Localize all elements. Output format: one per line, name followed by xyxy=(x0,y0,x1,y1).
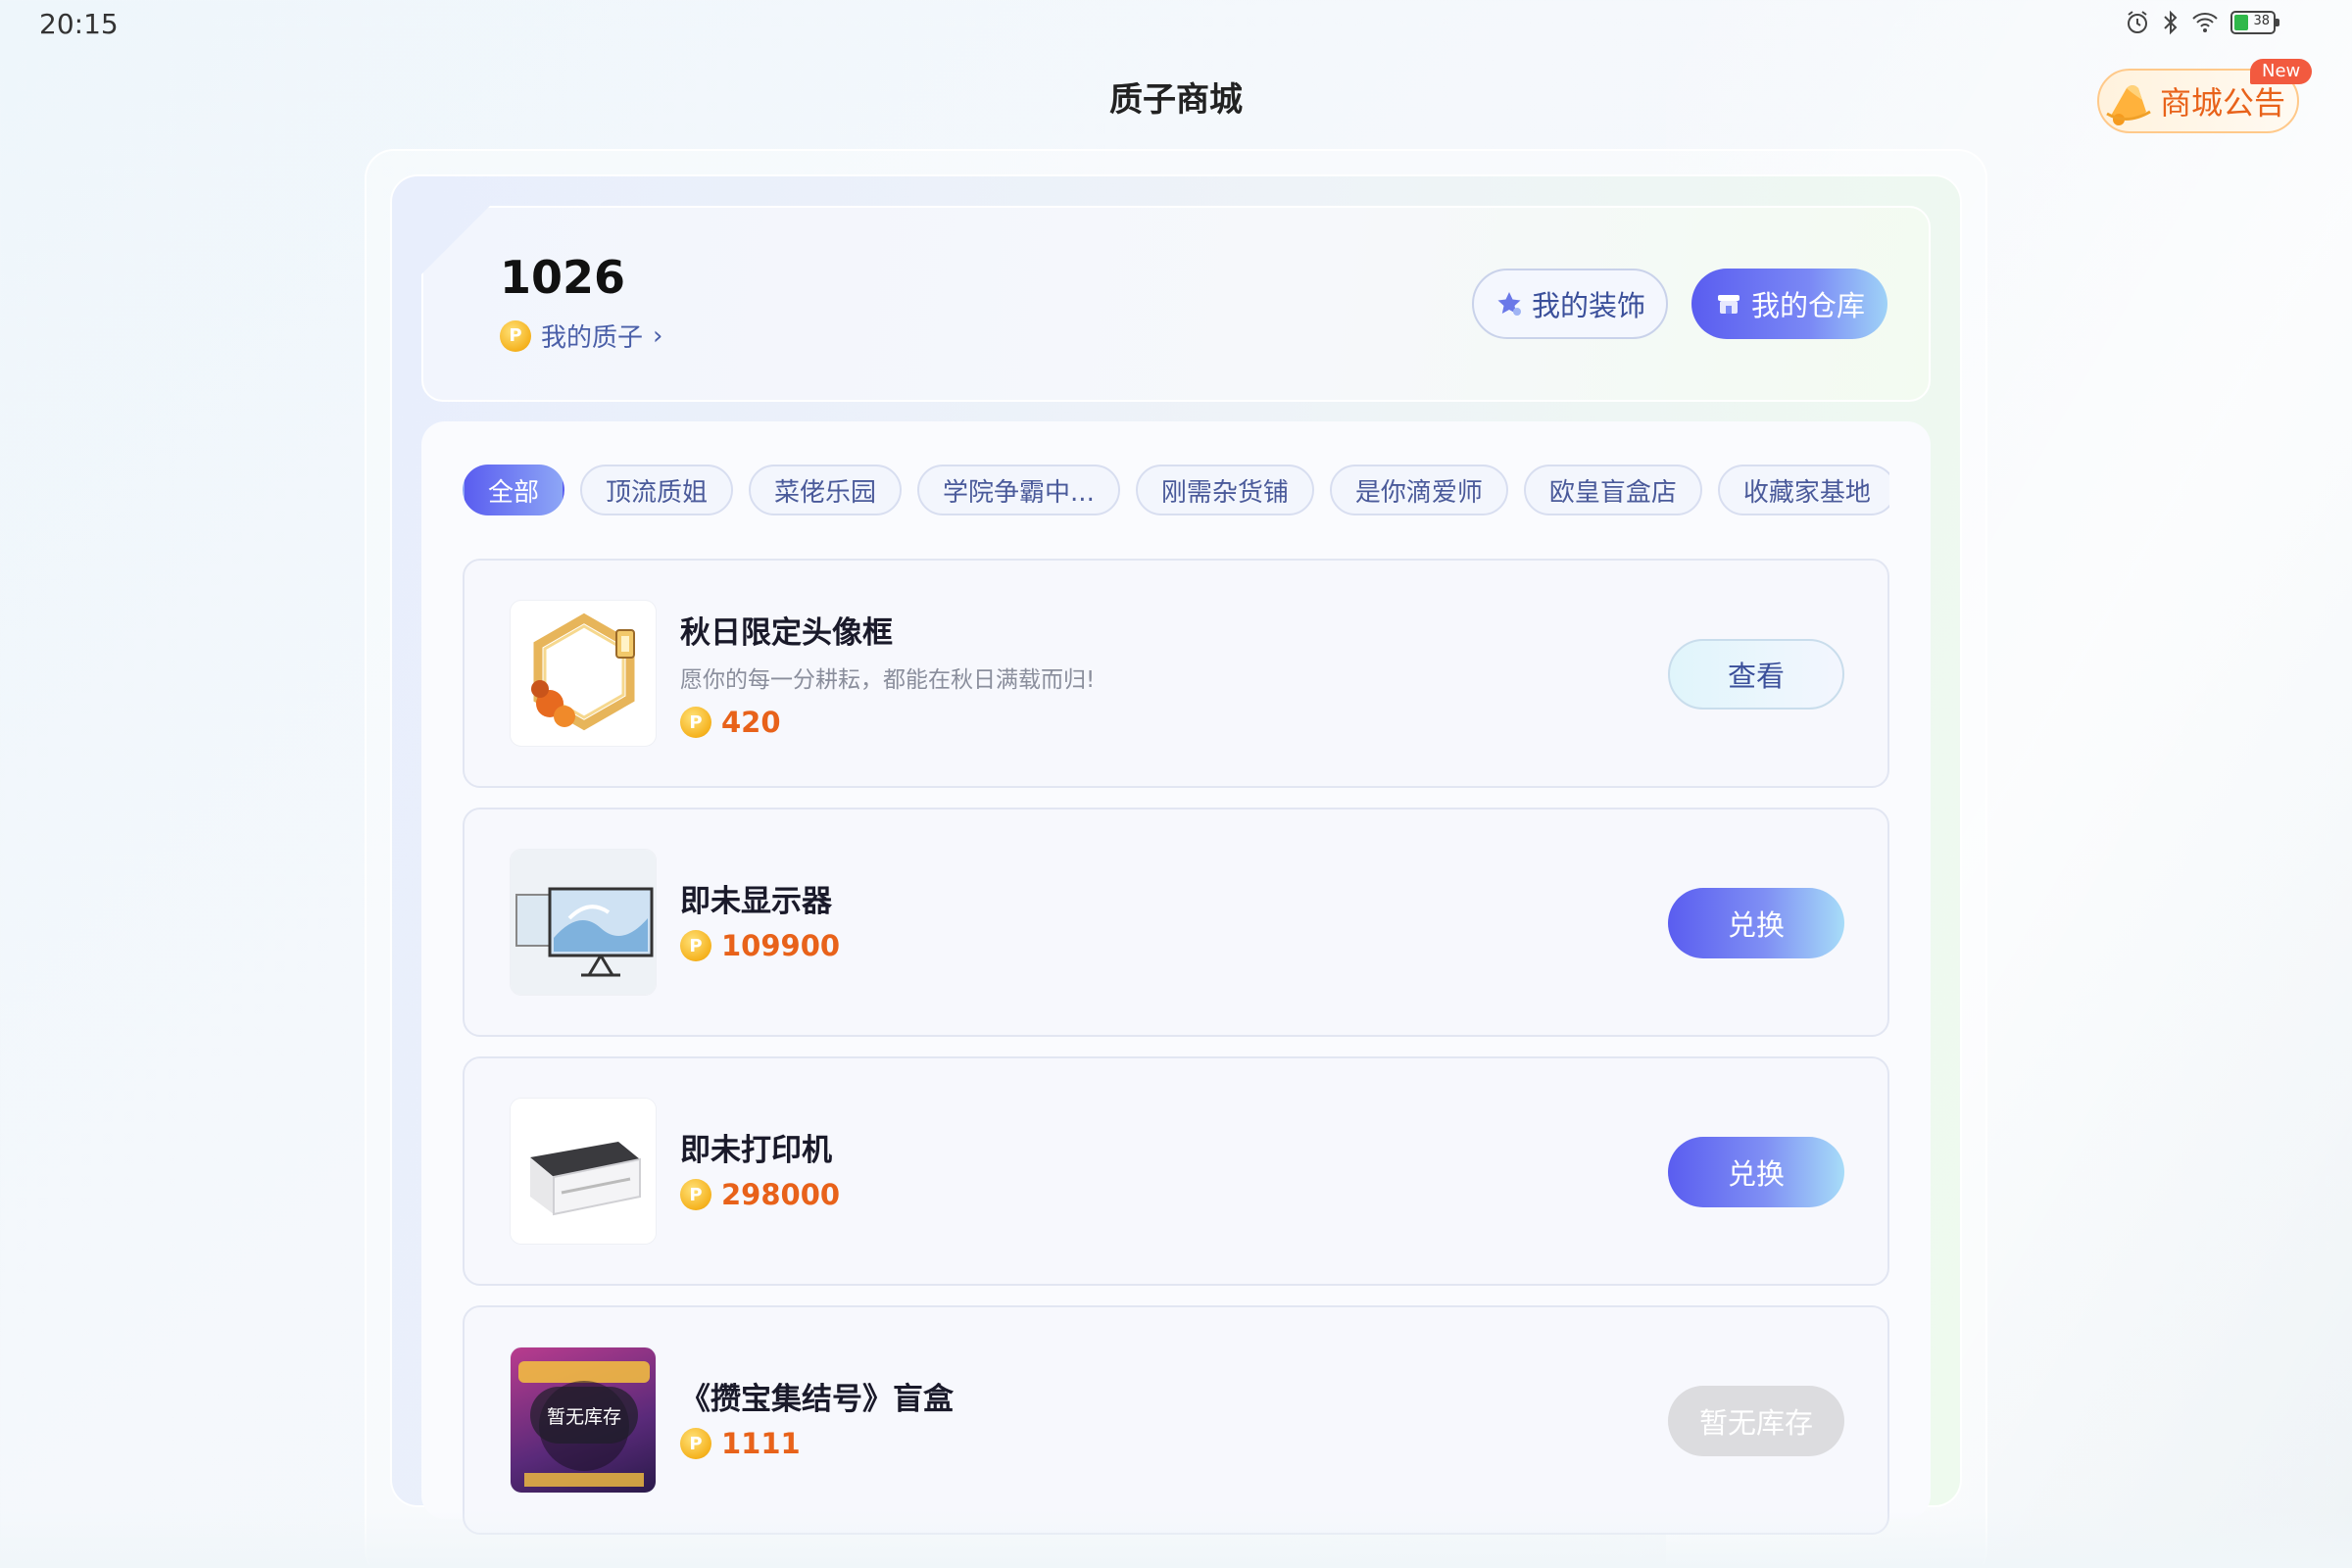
chevron-right-icon: › xyxy=(653,320,663,351)
product-price-value: 109900 xyxy=(721,929,841,962)
product-card[interactable]: 即未显示器 P 109900 兑换 xyxy=(463,808,1889,1037)
bottom-fade xyxy=(0,1509,2352,1568)
tab-your-teacher[interactable]: 是你滴爱师 xyxy=(1329,465,1508,515)
category-tabs: 全部 顶流质姐 菜佬乐园 学院争霸中... 刚需杂货铺 是你滴爱师 欧皇盲盒店 … xyxy=(463,465,1889,515)
status-icons: 38 xyxy=(2125,10,2279,35)
tab-top-sister[interactable]: 顶流质姐 xyxy=(580,465,734,515)
product-price: P 109900 xyxy=(680,929,840,962)
product-title: 《攒宝集结号》盲盒 xyxy=(680,1382,954,1417)
product-price-value: 1111 xyxy=(721,1427,801,1460)
tab-academy-battle[interactable]: 学院争霸中... xyxy=(917,465,1120,515)
points-balance: 1026 xyxy=(500,251,626,304)
product-card[interactable]: 即未打印机 P 298000 兑换 xyxy=(463,1056,1889,1286)
mall-notice-label: 商城公告 xyxy=(2160,84,2286,122)
product-card[interactable]: 秋日限定头像框 愿你的每一分耕耘，都能在秋日满载而归! P 420 查看 xyxy=(463,559,1889,788)
page-title: 质子商城 xyxy=(1109,80,1243,120)
product-title: 即未打印机 xyxy=(680,1133,832,1168)
product-thumbnail-printer xyxy=(510,1098,657,1245)
product-price-value: 420 xyxy=(721,706,781,739)
my-warehouse-button[interactable]: 我的仓库 xyxy=(1691,269,1887,339)
redeem-button[interactable]: 兑换 xyxy=(1668,1137,1844,1207)
status-time: 20:15 xyxy=(39,8,119,40)
product-title: 秋日限定头像框 xyxy=(680,615,893,651)
product-thumbnail-blind-box: 暂无库存 xyxy=(510,1347,657,1494)
product-thumbnail-monitor xyxy=(510,849,657,996)
status-bar: 20:15 38 xyxy=(0,0,2352,49)
coin-icon: P xyxy=(680,1179,711,1210)
bell-icon xyxy=(2106,85,2151,125)
my-points-label: 我的质子 xyxy=(541,323,644,353)
tab-collector-base[interactable]: 收藏家基地 xyxy=(1717,465,1889,515)
new-badge: New xyxy=(2250,59,2313,84)
out-of-stock-overlay: 暂无库存 xyxy=(530,1387,638,1444)
my-decor-label: 我的装饰 xyxy=(1531,289,1645,322)
tab-all[interactable]: 全部 xyxy=(463,465,565,515)
tab-noob-paradise[interactable]: 菜佬乐园 xyxy=(749,465,903,515)
tab-essentials-shop[interactable]: 刚需杂货铺 xyxy=(1135,465,1314,515)
bluetooth-icon xyxy=(2164,10,2178,35)
product-price: P 298000 xyxy=(680,1178,840,1211)
star-decor-icon xyxy=(1497,292,1521,316)
out-of-stock-button: 暂无库存 xyxy=(1668,1386,1844,1456)
product-description: 愿你的每一分耕耘，都能在秋日满载而归! xyxy=(680,667,1096,693)
coin-icon: P xyxy=(500,319,531,352)
my-warehouse-label: 我的仓库 xyxy=(1750,289,1865,322)
my-decor-button[interactable]: 我的装饰 xyxy=(1472,269,1668,339)
coin-icon: P xyxy=(680,1428,711,1459)
coin-icon: P xyxy=(680,707,711,738)
wifi-icon xyxy=(2192,13,2218,32)
redeem-button[interactable]: 兑换 xyxy=(1668,888,1844,958)
product-price: P 1111 xyxy=(680,1427,801,1460)
product-card[interactable]: 暂无库存 《攒宝集结号》盲盒 P 1111 暂无库存 xyxy=(463,1305,1889,1535)
store-icon xyxy=(1717,295,1740,314)
battery-icon: 38 xyxy=(2230,11,2279,34)
alarm-icon xyxy=(2128,11,2147,33)
product-title: 即未显示器 xyxy=(680,884,832,919)
my-points-link[interactable]: P 我的质子 › xyxy=(500,318,662,354)
product-thumbnail-avatar-frame xyxy=(510,600,657,747)
tab-blind-box-shop[interactable]: 欧皇盲盒店 xyxy=(1523,465,1702,515)
coin-icon: P xyxy=(680,930,711,961)
product-price: P 420 xyxy=(680,706,781,739)
battery-level: 38 xyxy=(2253,14,2270,28)
product-price-value: 298000 xyxy=(721,1178,841,1211)
view-button[interactable]: 查看 xyxy=(1668,639,1844,710)
